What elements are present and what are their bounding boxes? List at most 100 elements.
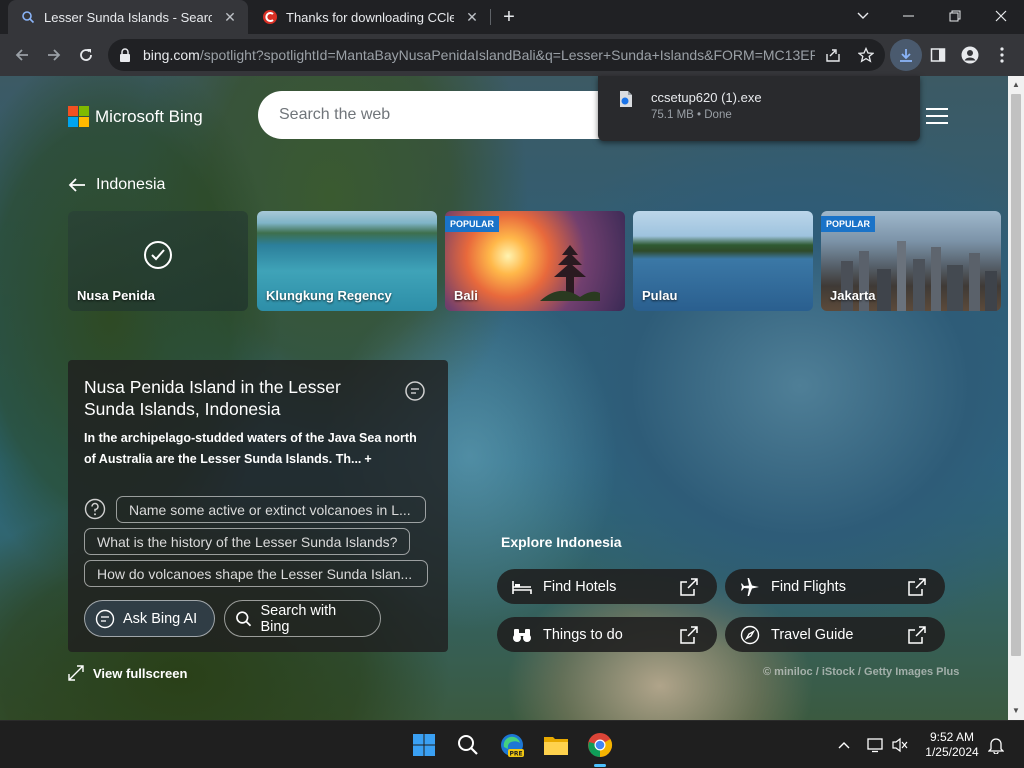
popular-badge: POPULAR xyxy=(445,216,500,232)
share-icon[interactable] xyxy=(821,43,845,67)
new-tab-button[interactable]: + xyxy=(498,6,520,28)
back-button[interactable] xyxy=(6,39,38,71)
edge-beta-icon[interactable]: PRE xyxy=(496,729,528,761)
bing-search-favicon-icon xyxy=(20,9,36,25)
location-cards: Nusa Penida Klungkung Regency POPULAR Ba… xyxy=(68,211,1008,311)
compass-icon xyxy=(739,624,761,646)
tab-title: Thanks for downloading CCleaner xyxy=(286,9,454,25)
ask-bing-ai-label: Ask Bing AI xyxy=(123,610,198,627)
network-icon[interactable] xyxy=(866,735,886,755)
action-label: Find Hotels xyxy=(543,578,617,595)
scroll-up-arrow-icon[interactable]: ▲ xyxy=(1012,80,1020,89)
tray-overflow-chevron-icon[interactable] xyxy=(834,735,854,755)
card-jakarta[interactable]: POPULAR Jakarta xyxy=(821,211,1001,311)
scroll-down-arrow-icon[interactable]: ▼ xyxy=(1012,706,1020,715)
suggested-question-chip[interactable]: Name some active or extinct volcanoes in… xyxy=(116,496,426,523)
external-link-icon xyxy=(680,625,698,644)
window-close-button[interactable] xyxy=(978,0,1024,32)
search-input[interactable] xyxy=(279,106,579,124)
binoculars-icon xyxy=(511,624,533,646)
card-pulau[interactable]: Pulau xyxy=(633,211,813,311)
external-link-icon xyxy=(908,625,926,644)
restore-button[interactable] xyxy=(932,0,978,32)
things-to-do-button[interactable]: Things to do xyxy=(497,617,717,652)
suggested-question-chip[interactable]: How do volcanoes shape the Lesser Sunda … xyxy=(84,560,428,587)
file-explorer-icon[interactable] xyxy=(540,729,572,761)
card-nusa-penida[interactable]: Nusa Penida xyxy=(68,211,248,311)
selected-check-icon xyxy=(144,241,172,269)
side-panel-icon[interactable] xyxy=(922,39,954,71)
download-filename[interactable]: ccsetup620 (1).exe xyxy=(651,90,762,105)
downloads-button[interactable] xyxy=(890,39,922,71)
action-label: Find Flights xyxy=(771,578,846,595)
info-panel: Nusa Penida Island in the Lesser Sunda I… xyxy=(68,360,448,652)
suggested-question-chip[interactable]: What is the history of the Lesser Sunda … xyxy=(84,528,410,555)
card-label: Jakarta xyxy=(830,288,876,303)
address-bar[interactable]: bing.com/spotlight?spotlightId=MantaBayN… xyxy=(108,39,885,71)
url-host: bing.com xyxy=(143,47,200,63)
lock-icon[interactable] xyxy=(119,48,135,62)
tab-bing-search[interactable]: Lesser Sunda Islands - Search ✕ xyxy=(8,0,248,34)
tab-title: Lesser Sunda Islands - Search xyxy=(44,9,212,25)
card-label: Klungkung Regency xyxy=(266,288,392,303)
profile-avatar-icon[interactable] xyxy=(954,39,986,71)
card-label: Bali xyxy=(454,288,478,303)
hamburger-menu-icon[interactable] xyxy=(926,108,948,124)
download-icon xyxy=(900,49,912,62)
tab-close-icon[interactable]: ✕ xyxy=(220,7,240,27)
system-clock[interactable]: 9:52 AM 1/25/2024 xyxy=(916,730,988,760)
tab-strip: Lesser Sunda Islands - Search ✕ Thanks f… xyxy=(0,0,1024,34)
brand-name: Microsoft Bing xyxy=(95,106,203,126)
chat-bubble-icon[interactable] xyxy=(404,380,426,402)
card-label: Nusa Penida xyxy=(77,288,156,303)
tab-search-chevron-icon[interactable] xyxy=(840,0,886,32)
info-title: Nusa Penida Island in the Lesser Sunda I… xyxy=(84,377,341,419)
chrome-icon[interactable] xyxy=(584,729,616,767)
notification-bell-icon[interactable] xyxy=(986,735,1006,755)
action-label: Things to do xyxy=(543,626,623,643)
installer-file-icon xyxy=(620,91,632,107)
card-bali[interactable]: POPULAR Bali xyxy=(445,211,625,311)
browser-toolbar: bing.com/spotlight?spotlightId=MantaBayN… xyxy=(0,34,1024,76)
url-text: bing.com/spotlight?spotlightId=MantaBayN… xyxy=(143,47,815,63)
windows-start-icon[interactable] xyxy=(408,729,440,761)
external-link-icon xyxy=(908,577,926,596)
card-label: Pulau xyxy=(642,288,678,303)
ask-bing-ai-button[interactable]: Ask Bing AI xyxy=(84,600,215,637)
card-klungkung-regency[interactable]: Klungkung Regency xyxy=(257,211,437,311)
search-icon xyxy=(236,610,252,626)
menu-kebab-icon[interactable] xyxy=(986,39,1018,71)
reload-button[interactable] xyxy=(70,39,102,71)
external-link-icon xyxy=(680,577,698,596)
back-to-indonesia[interactable]: Indonesia xyxy=(68,176,165,194)
tab-close-icon[interactable]: ✕ xyxy=(462,7,482,27)
url-path: /spotlight?spotlightId=MantaBayNusaPenid… xyxy=(199,47,815,63)
minimize-button[interactable] xyxy=(886,0,932,32)
expand-plus-icon[interactable]: + xyxy=(364,452,371,466)
forward-button[interactable] xyxy=(38,39,70,71)
find-flights-button[interactable]: Find Flights xyxy=(725,569,945,604)
tab-ccleaner[interactable]: Thanks for downloading CCleaner ✕ xyxy=(250,0,490,34)
search-icon[interactable] xyxy=(452,729,484,761)
temple-silhouette-icon xyxy=(540,245,600,301)
search-with-bing-label: Search with Bing xyxy=(260,602,337,635)
page-scrollbar[interactable]: ▲ ▼ xyxy=(1008,76,1024,720)
bookmark-star-icon[interactable] xyxy=(854,43,878,67)
image-credit: © miniloc / iStock / Getty Images Plus xyxy=(763,666,960,678)
plane-icon xyxy=(739,576,761,598)
travel-guide-button[interactable]: Travel Guide xyxy=(725,617,945,652)
expand-arrows-icon xyxy=(68,665,84,681)
view-fullscreen-link[interactable]: View fullscreen xyxy=(68,665,187,681)
search-with-bing-button[interactable]: Search with Bing xyxy=(224,600,381,637)
svg-text:PRE: PRE xyxy=(509,751,522,758)
scrollbar-thumb[interactable] xyxy=(1011,94,1021,656)
volume-muted-icon[interactable] xyxy=(890,735,910,755)
bing-spotlight-page: Microsoft Bing Indonesia Nusa Penida Klu… xyxy=(0,76,1008,720)
popular-badge: POPULAR xyxy=(821,216,876,232)
find-hotels-button[interactable]: Find Hotels xyxy=(497,569,717,604)
bing-logo[interactable]: Microsoft Bing xyxy=(68,106,203,127)
search-box[interactable] xyxy=(258,91,618,139)
download-bubble[interactable]: ccsetup620 (1).exe 75.1 MB • Done xyxy=(598,76,920,141)
tab-separator xyxy=(490,9,491,25)
windows-taskbar: PRE 9:52 AM 1/25/2024 xyxy=(0,720,1024,768)
